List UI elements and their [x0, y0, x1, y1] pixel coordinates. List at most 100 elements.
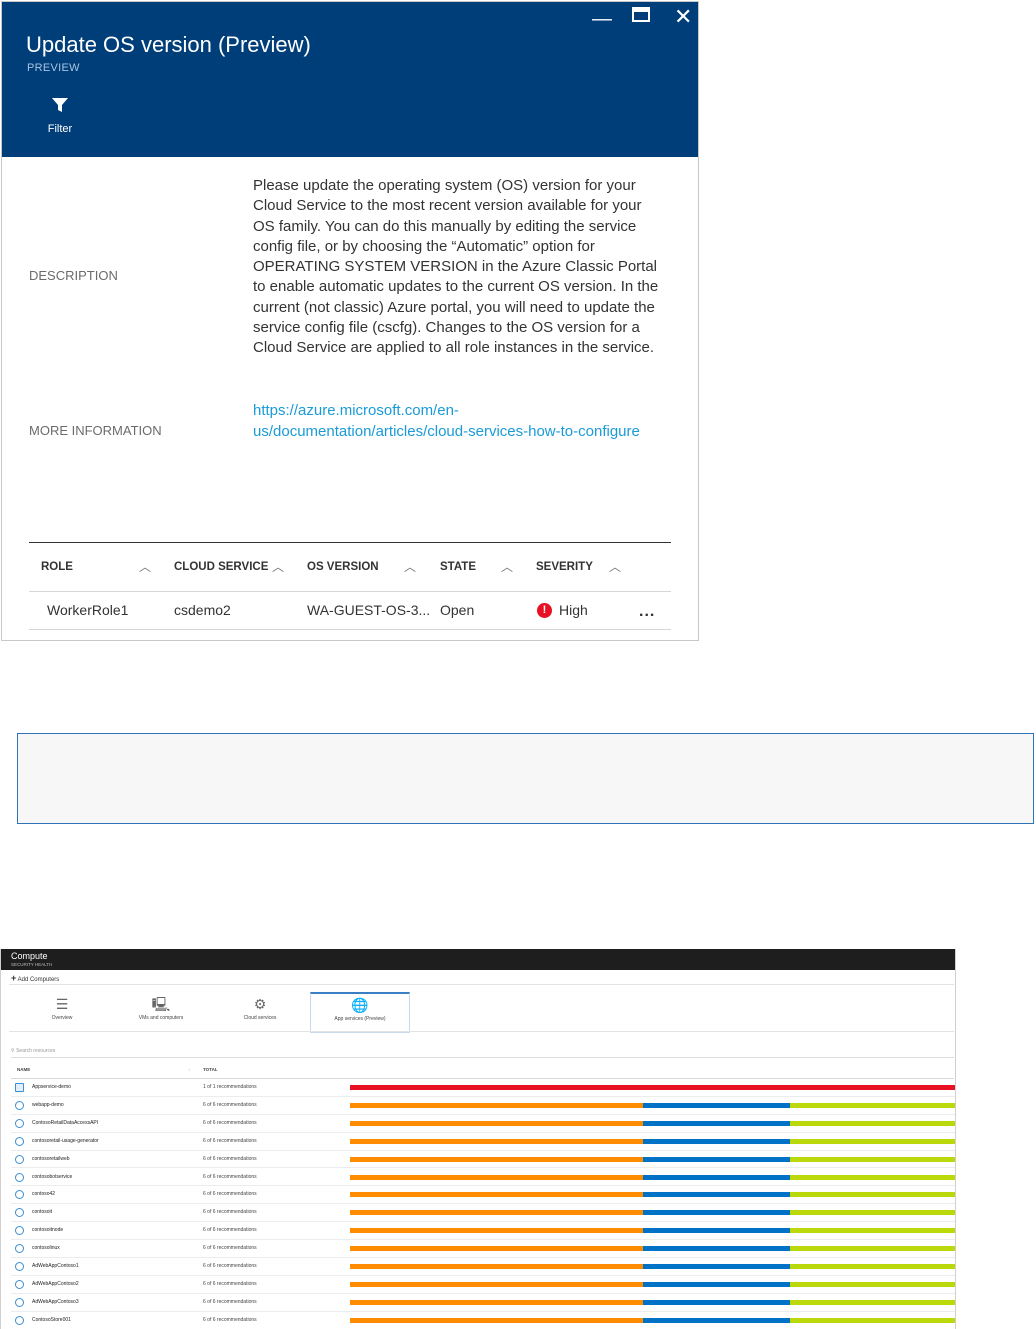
row-name: contoso42	[32, 1191, 56, 1198]
filter-button[interactable]: Filter	[40, 96, 80, 135]
severity-medium-bar	[350, 1102, 644, 1108]
row-total: 6 of 6 recommendations	[203, 1209, 257, 1216]
update-os-blade: Update OS version (Preview) PREVIEW — ✕ …	[1, 1, 699, 641]
table-row[interactable]: Appservice-demo 1 of 1 recommendations	[11, 1079, 955, 1097]
close-icon[interactable]: ✕	[674, 6, 692, 28]
row-name: contosobotservice	[32, 1173, 73, 1180]
column-header-total[interactable]: TOTAL	[203, 1067, 218, 1072]
command-bar-divider	[9, 984, 954, 985]
more-information-label: MORE INFORMATION	[29, 423, 162, 438]
more-options-button[interactable]: ...	[639, 603, 655, 621]
severity-low-bar	[643, 1228, 790, 1234]
table-row[interactable]: contosoit 6 of 6 recommendations	[11, 1204, 955, 1223]
role-cell[interactable]: WorkerRole1	[47, 602, 128, 618]
severity-medium-bar	[350, 1317, 644, 1323]
web-app-icon	[15, 1136, 24, 1146]
row-total: 6 of 6 recommendations	[203, 1280, 257, 1287]
more-information-link[interactable]: https://azure.microsoft.com/en-us/docume…	[253, 401, 653, 442]
column-header-state[interactable]: STATE	[440, 561, 476, 573]
table-row[interactable]: contosoretailweb 6 of 6 recommendations	[11, 1151, 955, 1169]
sort-severity-icon[interactable]: ︿	[609, 558, 621, 575]
row-name: AdWebAppContoso3	[32, 1298, 79, 1305]
severity-medium-bar	[350, 1192, 644, 1198]
blade-subtitle: PREVIEW	[27, 62, 80, 74]
severity-medium-bar	[350, 1246, 644, 1252]
table-row[interactable]: contosoretail-usage-generator 6 of 6 reco…	[11, 1133, 955, 1151]
column-header-os-version[interactable]: OS VERSION	[307, 561, 379, 573]
web-app-icon	[15, 1315, 24, 1325]
sort-cloud-service-icon[interactable]: ︿	[272, 558, 284, 575]
web-app-icon	[15, 1154, 24, 1164]
row-total: 6 of 6 recommendations	[203, 1245, 257, 1252]
tab-overview[interactable]: ☰ Overview	[13, 993, 111, 1033]
table-row[interactable]: webapp-demo 6 of 6 recommendations	[11, 1097, 955, 1115]
sort-state-icon[interactable]: ︿	[501, 558, 513, 575]
compute-blade: Compute SECURITY HEALTH + Add Computers …	[0, 949, 956, 1329]
row-total: 6 of 6 recommendations	[203, 1119, 257, 1126]
column-header-cloud-service[interactable]: CLOUD SERVICE	[174, 561, 268, 573]
table-row[interactable]: contoso42 6 of 6 recommendations	[11, 1186, 955, 1205]
web-app-icon	[15, 1118, 24, 1128]
row-total: 6 of 6 recommendations	[203, 1137, 257, 1144]
severity-high-icon: !	[537, 603, 552, 618]
severity-medium-bar	[350, 1174, 644, 1180]
maximize-icon[interactable]	[632, 6, 650, 28]
compute-header: Compute SECURITY HEALTH	[1, 949, 955, 970]
column-header-severity[interactable]: SEVERITY	[536, 561, 593, 573]
tab-vms-and-computers[interactable]: 🖳 VMs and computers	[112, 993, 210, 1033]
computers-icon: 🖳	[151, 996, 171, 1012]
row-total: 6 of 6 recommendations	[203, 1227, 257, 1234]
web-app-icon	[15, 1297, 24, 1307]
cloud-service-cell[interactable]: csdemo2	[174, 602, 231, 618]
state-cell[interactable]: Open	[440, 602, 474, 618]
healthy-bar	[789, 1192, 955, 1198]
add-computers-button[interactable]: + Add Computers	[11, 973, 59, 983]
table-row[interactable]: contosoitnode 6 of 6 recommendations	[11, 1222, 955, 1241]
table-row[interactable]: AdWebAppContoso1 6 of 6 recommendations	[11, 1258, 955, 1276]
column-header-role[interactable]: ROLE	[41, 561, 73, 573]
row-name: contosoit	[32, 1209, 53, 1216]
tab-cloud-services[interactable]: ⚙ Cloud services	[211, 993, 309, 1033]
severity-high-bar	[350, 1085, 955, 1090]
column-header-name[interactable]: NAME	[17, 1067, 30, 1072]
sort-os-version-icon[interactable]: ︿	[404, 558, 416, 575]
table-row[interactable]: contosolinux 6 of 6 recommendations	[11, 1240, 955, 1258]
healthy-bar	[789, 1102, 955, 1108]
tab-cloud-services-label: Cloud services	[243, 1015, 277, 1021]
tabs-divider	[9, 1031, 954, 1032]
sort-name-icon[interactable]: ↕	[188, 1067, 190, 1072]
table-row[interactable]: ContosoRetailDataAccessAPI 6 of 6 recomme…	[11, 1115, 955, 1133]
table-row[interactable]: ContosoStore001 6 of 6 recommendations	[11, 1312, 955, 1329]
severity-medium-bar	[350, 1120, 644, 1126]
row-name: AdWebAppContoso2	[32, 1280, 79, 1287]
search-input[interactable]: ⚲ Search resources	[11, 1048, 954, 1058]
table-row[interactable]: contosobotservice 6 of 6 recommendations	[11, 1169, 955, 1187]
row-name: contosoretail-usage-generator	[32, 1137, 99, 1144]
table-row[interactable]: AdWebAppContoso2 6 of 6 recommendations	[11, 1276, 955, 1294]
web-app-icon	[15, 1262, 24, 1271]
tab-app-services[interactable]: 🌐 App services (Preview)	[310, 992, 410, 1033]
web-app-icon	[15, 1190, 24, 1200]
table-row[interactable]: AdWebAppContoso3 6 of 6 recommendations	[11, 1294, 955, 1312]
row-name: AdWebAppContoso1	[32, 1263, 79, 1269]
os-version-cell[interactable]: WA-GUEST-OS-3...	[307, 602, 430, 618]
compute-title: Compute	[11, 951, 48, 961]
severity-medium-bar	[350, 1264, 644, 1269]
globe-icon: 🌐	[351, 997, 369, 1013]
row-name: ContosoStore001	[32, 1316, 71, 1323]
healthy-bar	[789, 1138, 955, 1144]
minimize-icon[interactable]: —	[592, 8, 612, 30]
list-icon: ☰	[55, 996, 69, 1012]
search-icon: ⚲	[11, 1048, 15, 1054]
severity-cell[interactable]: High	[559, 602, 588, 618]
sort-role-icon[interactable]: ︿	[139, 558, 151, 575]
add-computers-label: Add Computers	[17, 977, 60, 983]
severity-medium-bar	[350, 1228, 644, 1234]
row-name: contosoretailweb	[32, 1155, 70, 1162]
severity-low-bar	[643, 1102, 790, 1108]
severity-low-bar	[643, 1299, 790, 1305]
severity-low-bar	[643, 1156, 790, 1162]
healthy-bar	[789, 1210, 955, 1216]
tab-overview-label: Overview	[51, 1015, 73, 1021]
search-placeholder: Search resources	[16, 1048, 56, 1054]
